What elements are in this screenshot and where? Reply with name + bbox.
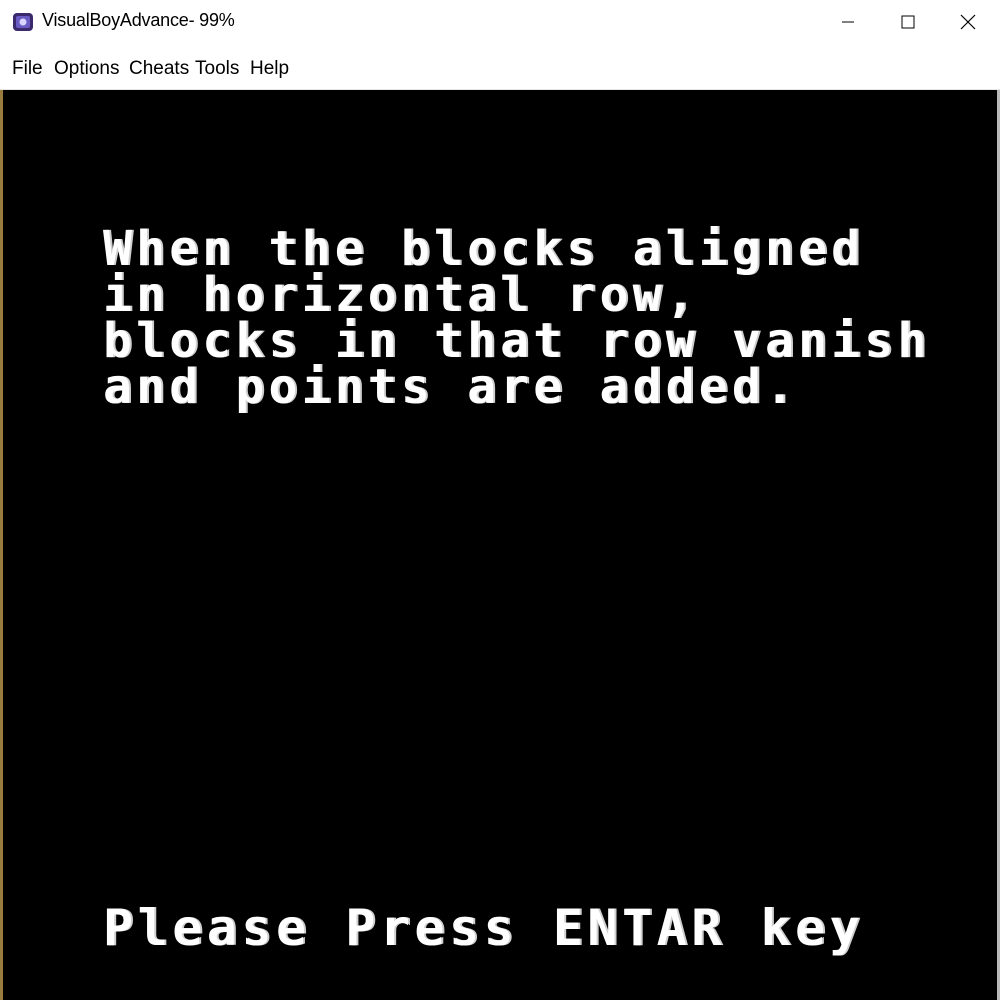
close-button[interactable] [938, 0, 998, 44]
maximize-button[interactable] [878, 0, 938, 44]
game-screen[interactable]: When the blocks aligned in horizontal ro… [3, 90, 997, 997]
minimize-icon [842, 21, 854, 23]
window-title: VisualBoyAdvance- 99% [42, 10, 235, 30]
message-line-1: When the blocks aligned [103, 221, 865, 277]
emulator-window: VisualBoyAdvance- 99% File Options Cheat… [0, 0, 1000, 1000]
title-bar[interactable]: VisualBoyAdvance- 99% [0, 0, 1000, 44]
menu-file[interactable]: File [12, 58, 43, 80]
vba-app-icon[interactable] [12, 11, 34, 33]
menu-options[interactable]: Options [54, 58, 119, 80]
message-line-2: in horizontal row, [103, 267, 699, 323]
menu-bar: File Options Cheats Tools Help [0, 44, 1000, 90]
menu-tools[interactable]: Tools [195, 58, 239, 80]
message-line-3: blocks in that row vanish [103, 313, 931, 369]
menu-cheats[interactable]: Cheats [129, 58, 189, 80]
minimize-button[interactable] [818, 0, 878, 44]
maximize-icon [901, 15, 915, 29]
close-icon [960, 14, 976, 30]
menu-help[interactable]: Help [250, 58, 289, 80]
message-line-4: and points are added. [103, 359, 799, 415]
press-enter-prompt: Please Press ENTAR key [103, 899, 865, 957]
